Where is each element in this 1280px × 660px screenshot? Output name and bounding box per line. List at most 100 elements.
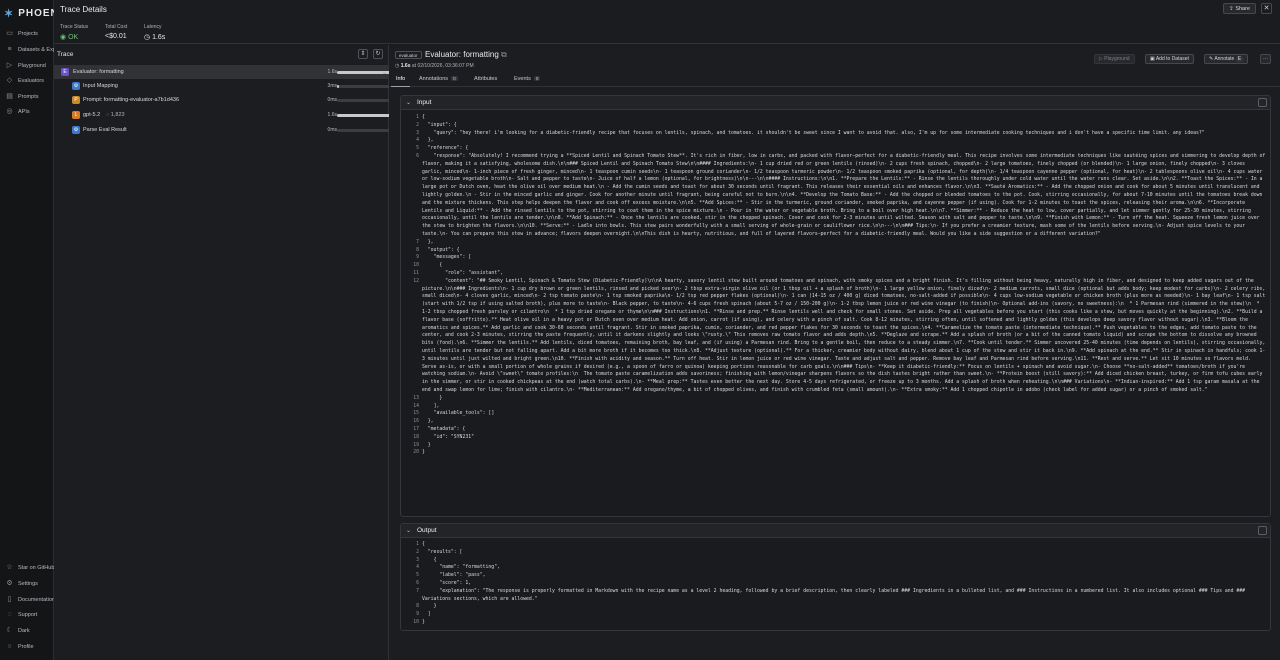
token-count: ◌ 1,823 bbox=[106, 112, 125, 118]
code-line: "explanation": "The response is properly… bbox=[422, 588, 1248, 602]
line-number: 20 bbox=[413, 450, 419, 456]
sidebar-item-playground[interactable]: ▷ Playground bbox=[6, 62, 46, 69]
prompt-icon: ▤ bbox=[6, 93, 13, 100]
sidebar-item-apis[interactable]: ◎ APIs bbox=[6, 108, 29, 115]
sidebar-item-theme[interactable]: ☾ Dark bbox=[6, 627, 29, 634]
tab-info[interactable]: Info bbox=[390, 76, 411, 87]
trace-title: Trace bbox=[57, 51, 74, 58]
input-section: ⌄ Input 1{2 "input": {3 "query": "hey th… bbox=[400, 95, 1271, 517]
code-line: { bbox=[422, 263, 443, 269]
line-number: 7 bbox=[416, 588, 419, 594]
input-code-view: 1{2 "input": {3 "query": "hey there! i'm… bbox=[401, 114, 1270, 514]
line-number: 17 bbox=[413, 426, 419, 432]
code-line: } bbox=[422, 450, 425, 456]
sidebar-nav: ✶ PHOENIX ▭ Projects ≡ Datasets & Experime… bbox=[0, 0, 77, 660]
latency: Latency ◷ 1.6s bbox=[144, 24, 166, 41]
playground-button[interactable]: ▷ Playground bbox=[1094, 54, 1135, 64]
sidebar-item-documentation[interactable]: ▯ Documentation bbox=[6, 596, 55, 603]
code-line: "metadata": { bbox=[422, 426, 466, 432]
user-icon: ○ bbox=[7, 643, 12, 650]
copy-icon[interactable] bbox=[1258, 526, 1267, 535]
span-title: Evaluator: formatting ⧉ bbox=[425, 50, 507, 59]
total-cost: Total Cost <$0.01 bbox=[105, 24, 128, 40]
line-number: 8 bbox=[416, 247, 419, 253]
code-line: { bbox=[422, 115, 425, 120]
refresh-icon[interactable]: ↻ bbox=[373, 49, 383, 59]
code-line: "query": "hey there! i'm looking for a d… bbox=[422, 130, 1205, 136]
gear-icon: ⚙ bbox=[6, 580, 13, 587]
trace-status: Trace Status ◉ OK bbox=[60, 24, 89, 41]
close-icon[interactable]: ✕ bbox=[1261, 3, 1272, 14]
clock-icon: ◷ bbox=[144, 34, 153, 41]
add-to-dataset-button[interactable]: ▣ Add to Dataset bbox=[1145, 54, 1194, 64]
trace-row[interactable]: ⚙ Parse Eval Result 0ms bbox=[54, 123, 426, 137]
code-line: { bbox=[422, 557, 437, 563]
check-circle-icon: ◉ bbox=[60, 34, 69, 41]
trace-row[interactable]: P Prompt: formatting-evaluator-a7b1d436 … bbox=[54, 93, 426, 107]
copy-icon[interactable]: ⧉ bbox=[501, 50, 507, 59]
code-line: }, bbox=[422, 239, 434, 245]
line-number: 11 bbox=[413, 270, 419, 276]
sidebar-item-evaluators[interactable]: ◇ Evaluators bbox=[6, 77, 44, 84]
chevron-down-icon: ⌄ bbox=[406, 528, 412, 534]
chevron-down-icon[interactable]: ⌄ bbox=[382, 69, 387, 76]
code-line: "score": 1, bbox=[422, 581, 472, 586]
copy-icon[interactable] bbox=[1258, 98, 1267, 107]
line-number: 13 bbox=[413, 395, 419, 401]
input-section-header[interactable]: ⌄ Input bbox=[401, 96, 1270, 110]
code-line: "reference": { bbox=[422, 146, 469, 152]
code-line: } bbox=[422, 442, 431, 448]
support-icon: ◌ bbox=[7, 611, 12, 618]
line-number: 6 bbox=[416, 581, 419, 586]
tab-events[interactable]: Events 0 bbox=[514, 76, 541, 82]
line-number: 9 bbox=[416, 612, 419, 618]
span-meta: ◷ 1.6s at 02/10/2026, 03:36:07 PM bbox=[395, 63, 474, 69]
code-line: "available_tools": [] bbox=[422, 411, 495, 417]
code-line: "messages": [ bbox=[422, 255, 472, 261]
annotate-button[interactable]: ✎ Annotate E bbox=[1204, 54, 1249, 64]
line-number: 14 bbox=[413, 403, 419, 409]
share-button[interactable]: ⇪ Share bbox=[1223, 3, 1256, 14]
code-line: "output": { bbox=[422, 247, 460, 253]
trace-row[interactable]: L gpt-5.2 ◌ 1,823 1.6s bbox=[54, 108, 426, 122]
sidebar-item-github[interactable]: ☆ Star on GitHub bbox=[6, 564, 54, 571]
code-line: "response": "Absolutely! I recommend try… bbox=[422, 154, 1269, 237]
line-number: 6 bbox=[416, 154, 419, 159]
line-number: 4 bbox=[416, 138, 419, 144]
collapse-all-button[interactable]: ⇕ bbox=[358, 49, 368, 59]
line-number: 2 bbox=[416, 122, 419, 128]
code-line: "content": "## Smoky Lentil, Spinach & T… bbox=[422, 278, 1269, 393]
tab-annotations[interactable]: Annotations 0 bbox=[419, 76, 458, 82]
trace-tree-pane: Trace ⇕ ↻ E Evaluator: formatting 1.6s ⌄… bbox=[54, 45, 426, 660]
evaluator-span-icon: E bbox=[61, 68, 69, 76]
code-line: "role": "assistant", bbox=[422, 270, 503, 276]
line-number: 5 bbox=[416, 146, 419, 152]
output-code-view: 1{2 "results": [3 {4 "name": "formatting… bbox=[401, 541, 1270, 629]
sidebar-item-prompts[interactable]: ▤ Prompts bbox=[6, 93, 38, 100]
trace-row[interactable]: ⚙ Input Mapping 3ms bbox=[54, 79, 426, 93]
line-number: 15 bbox=[413, 411, 419, 417]
panel-header: Trace Details Trace Status ◉ OK Total Cos… bbox=[54, 0, 1280, 44]
sidebar-item-settings[interactable]: ⚙ Settings bbox=[6, 580, 38, 587]
play-icon: ▷ bbox=[6, 62, 13, 69]
code-line: "name": "formatting", bbox=[422, 565, 500, 571]
code-line: }, bbox=[422, 138, 434, 144]
line-number: 4 bbox=[416, 565, 419, 571]
code-line: "results": [ bbox=[422, 549, 463, 555]
chain-span-icon: ⚙ bbox=[72, 126, 80, 134]
output-section: ⌄ Output 1{2 "results": [3 {4 "name": "f… bbox=[400, 523, 1271, 631]
sidebar-item-projects[interactable]: ▭ Projects bbox=[6, 30, 38, 37]
tab-attributes[interactable]: Attributes bbox=[474, 76, 497, 82]
sidebar-item-support[interactable]: ◌ Support bbox=[6, 611, 37, 618]
output-section-header[interactable]: ⌄ Output bbox=[401, 524, 1270, 538]
line-number: 9 bbox=[416, 255, 419, 261]
detail-tabs: Info Annotations 0 Attributes Events 0 bbox=[389, 73, 1280, 87]
panel-title: Trace Details bbox=[60, 5, 107, 14]
line-number: 1 bbox=[416, 115, 419, 120]
moon-icon: ☾ bbox=[6, 627, 13, 634]
app-window: ✶ PHOENIX ▭ Projects ≡ Datasets & Experime… bbox=[0, 0, 1280, 660]
sidebar-item-profile[interactable]: ○ Profile bbox=[6, 643, 33, 650]
more-options-icon[interactable]: ⋯ bbox=[1260, 54, 1271, 64]
trace-row[interactable]: E Evaluator: formatting 1.6s ⌄ bbox=[54, 65, 426, 79]
code-line: } bbox=[422, 619, 425, 625]
